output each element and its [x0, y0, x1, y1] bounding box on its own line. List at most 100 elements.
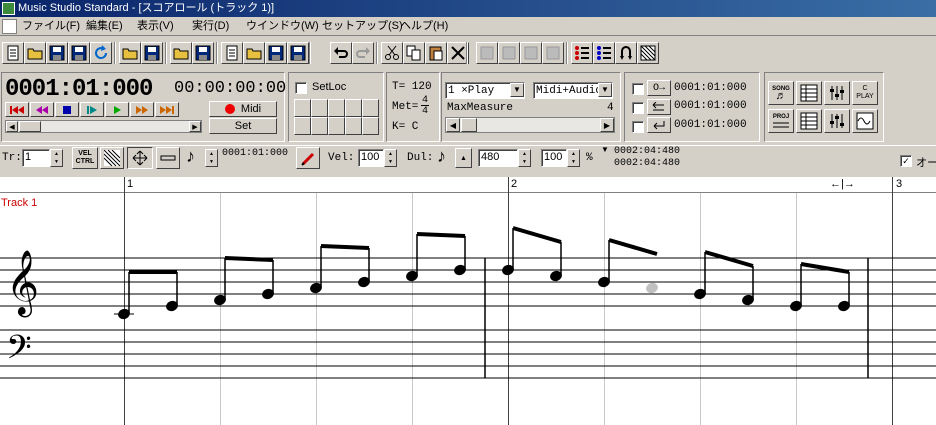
percent-sign: % [586, 152, 593, 164]
setloc-slot-button[interactable] [311, 99, 328, 117]
setloc-slot-button[interactable] [294, 99, 311, 117]
maxmeasure-slider[interactable]: ◀ ▶ [445, 117, 615, 133]
open-song-button[interactable] [170, 42, 192, 64]
locator-1-checkbox[interactable] [632, 83, 644, 95]
project-button[interactable]: PROJ [768, 109, 794, 133]
grid-button[interactable] [637, 42, 659, 64]
redo-button[interactable] [352, 42, 374, 64]
setloc-checkbox[interactable] [295, 82, 307, 94]
vel-spinner[interactable]: ▲ ▼ [384, 149, 397, 167]
play-mode-dropdown-icon[interactable]: ▼ [510, 83, 524, 97]
locator-back-button[interactable] [647, 99, 671, 115]
paste-insert-button[interactable] [476, 42, 498, 64]
insert-button[interactable] [520, 42, 542, 64]
setloc-slot-button[interactable] [345, 117, 362, 135]
set-button[interactable]: Set [209, 118, 277, 134]
forward-end-button[interactable] [155, 102, 179, 117]
length-tool-button[interactable] [156, 147, 180, 169]
cplay-button[interactable]: C PLAY [852, 81, 878, 105]
setloc-slot-button[interactable] [294, 117, 311, 135]
save-song-button[interactable] [192, 42, 214, 64]
ortho-checkbox[interactable]: ✓ [900, 155, 912, 167]
transport-scrollbar[interactable]: ◀ ▶ [5, 120, 202, 133]
menu-edit[interactable]: 編集(E) [86, 19, 123, 34]
end-time-dropdown-icon[interactable]: ▼ [601, 145, 609, 154]
vel-ctrl-button[interactable]: VEL CTRL [72, 147, 98, 169]
rewind-start-button[interactable] [5, 102, 29, 117]
setloc-slot-button[interactable] [362, 99, 379, 117]
save-alt-button[interactable] [141, 42, 163, 64]
rewind-button[interactable] [30, 102, 54, 117]
setloc-slot-button[interactable] [345, 99, 362, 117]
setloc-slot-button[interactable] [311, 117, 328, 135]
open-button[interactable] [24, 42, 46, 64]
fast-forward-button[interactable] [130, 102, 154, 117]
mixer-button[interactable] [824, 81, 850, 105]
reload-button[interactable] [90, 42, 112, 64]
goto-locator-button[interactable]: O→ [647, 80, 671, 96]
menu-window[interactable]: ウインドウ(W) [246, 19, 319, 34]
scroll-thumb[interactable] [19, 121, 41, 132]
event-list-button[interactable] [796, 109, 822, 133]
locator-3-checkbox[interactable] [632, 121, 644, 133]
setloc-slot-button[interactable] [328, 117, 345, 135]
song-button[interactable]: SONG ♬ [768, 81, 794, 105]
dul-spinner[interactable]: ▲ ▼ [518, 149, 531, 167]
percent-spinner[interactable]: ▲ ▼ [567, 149, 580, 167]
menu-setup[interactable]: セットアップ(S) [322, 19, 403, 34]
track-list-button[interactable] [796, 81, 822, 105]
paste-button[interactable] [425, 42, 447, 64]
grid-tool-button[interactable] [100, 147, 124, 169]
setloc-slot-button[interactable] [328, 99, 345, 117]
open-doc-button[interactable] [243, 42, 265, 64]
move-tool-button[interactable] [127, 147, 153, 169]
save-as-button[interactable] [68, 42, 90, 64]
vel-field[interactable]: 100 [358, 149, 384, 167]
save-doc-alt-button[interactable] [287, 42, 309, 64]
pencil-tool-button[interactable] [296, 147, 320, 169]
save-button[interactable] [46, 42, 68, 64]
save-doc-button[interactable] [265, 42, 287, 64]
track-field[interactable]: 1 [22, 149, 50, 167]
paste-merge-button[interactable] [498, 42, 520, 64]
menu-file[interactable]: ファイル(F) [22, 19, 80, 34]
play-button[interactable] [105, 102, 129, 117]
step-play-button[interactable] [80, 102, 104, 117]
audio-mixer-button[interactable] [824, 109, 850, 133]
scroll-left-icon[interactable]: ◀ [6, 121, 18, 132]
locator-return-button[interactable] [647, 117, 671, 133]
open-alt-button[interactable] [119, 42, 141, 64]
document-menu-icon[interactable] [2, 19, 17, 34]
loop-button[interactable] [615, 42, 637, 64]
slider-right-icon[interactable]: ▶ [600, 118, 614, 132]
copy-button[interactable] [403, 42, 425, 64]
percent-field[interactable]: 100 [541, 149, 567, 167]
title-bar: Music Studio Standard - [スコアロール (トラック 1)… [0, 0, 936, 17]
slider-left-icon[interactable]: ◀ [446, 118, 460, 132]
new-button[interactable] [2, 42, 24, 64]
list-button[interactable] [571, 42, 593, 64]
zoom-indicator[interactable]: ←|→ [830, 178, 855, 190]
cut-button[interactable] [381, 42, 403, 64]
wave-button[interactable] [852, 109, 878, 133]
undo-button[interactable] [330, 42, 352, 64]
measure-ruler[interactable] [0, 177, 936, 193]
document-button[interactable] [221, 42, 243, 64]
menu-run[interactable]: 実行(D) [192, 19, 229, 34]
play-source-dropdown-icon[interactable]: ▼ [598, 83, 612, 97]
locator-2-checkbox[interactable] [632, 102, 644, 114]
setloc-slot-button[interactable] [362, 117, 379, 135]
list-alt-button[interactable] [593, 42, 615, 64]
stop-button[interactable] [55, 102, 79, 117]
note-length-spinner[interactable]: ▲ ▼ [205, 149, 218, 167]
menu-help[interactable]: ヘルプ(H) [400, 19, 448, 34]
track-spinner[interactable]: ▲ ▼ [50, 149, 63, 167]
dul-mode-button[interactable]: ▲ [455, 148, 472, 168]
merge-button[interactable] [542, 42, 564, 64]
scroll-right-icon[interactable]: ▶ [189, 121, 201, 132]
menu-view[interactable]: 表示(V) [137, 19, 174, 34]
slider-thumb[interactable] [461, 118, 477, 132]
dul-field[interactable]: 480 [478, 149, 518, 167]
midi-button[interactable]: Midi [209, 101, 277, 117]
maxmeasure-value: 4 [607, 102, 614, 114]
